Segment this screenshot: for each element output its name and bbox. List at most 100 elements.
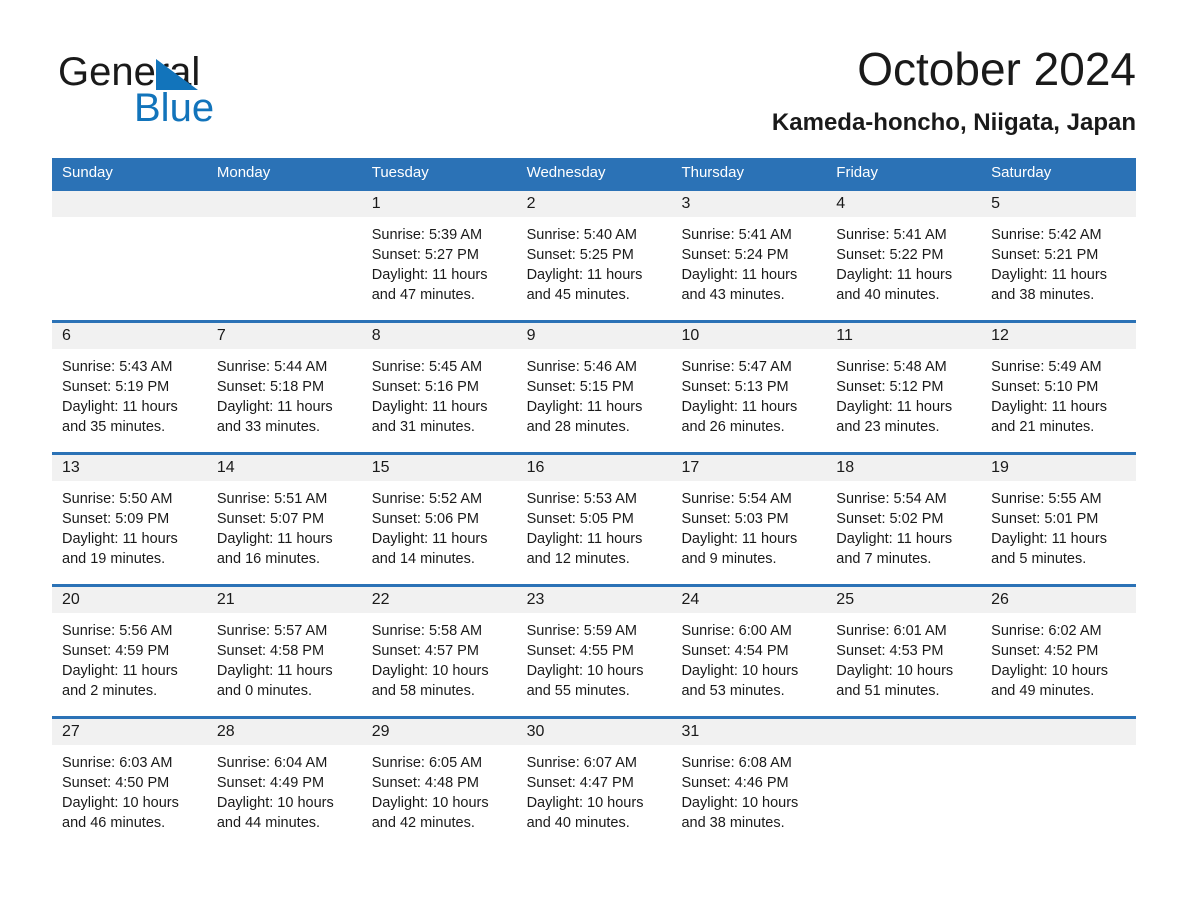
day-cell-details[interactable]: Sunrise: 5:58 AM Sunset: 4:57 PM Dayligh… [362, 613, 517, 716]
day-cell-details[interactable]: Sunrise: 6:05 AM Sunset: 4:48 PM Dayligh… [362, 745, 517, 848]
day-cell-number[interactable] [826, 719, 981, 745]
day-cell-number[interactable]: 11 [826, 323, 981, 349]
day-cell-number[interactable]: 23 [517, 587, 672, 613]
day-cell-details[interactable]: Sunrise: 5:48 AM Sunset: 5:12 PM Dayligh… [826, 349, 981, 452]
day-cell-details[interactable]: Sunrise: 5:46 AM Sunset: 5:15 PM Dayligh… [517, 349, 672, 452]
day-cell-details[interactable]: Sunrise: 6:02 AM Sunset: 4:52 PM Dayligh… [981, 613, 1136, 716]
day-sun-info [62, 217, 207, 225]
day-sun-info [836, 745, 981, 753]
day-number: 24 [681, 591, 700, 608]
day-cell-details[interactable]: Sunrise: 5:43 AM Sunset: 5:19 PM Dayligh… [52, 349, 207, 452]
day-cell-details[interactable]: Sunrise: 5:56 AM Sunset: 4:59 PM Dayligh… [52, 613, 207, 716]
general-blue-logo[interactable]: General Blue [58, 52, 378, 142]
day-cell-number[interactable]: 20 [52, 587, 207, 613]
day-cell-number[interactable]: 7 [207, 323, 362, 349]
week-detail-row: Sunrise: 5:50 AM Sunset: 5:09 PM Dayligh… [52, 481, 1136, 584]
day-cell-details[interactable]: Sunrise: 5:49 AM Sunset: 5:10 PM Dayligh… [981, 349, 1136, 452]
week-date-bar: 6 7 8 9 10 11 12 [52, 323, 1136, 349]
day-cell-number[interactable]: 31 [671, 719, 826, 745]
day-number: 8 [371, 327, 381, 344]
day-cell-number[interactable] [52, 191, 207, 217]
day-cell-number[interactable]: 9 [517, 323, 672, 349]
day-cell-details[interactable]: Sunrise: 6:04 AM Sunset: 4:49 PM Dayligh… [207, 745, 362, 848]
day-cell-details[interactable]: Sunrise: 6:07 AM Sunset: 4:47 PM Dayligh… [517, 745, 672, 848]
day-number: 6 [62, 327, 71, 344]
day-cell-number[interactable]: 25 [826, 587, 981, 613]
day-cell-details[interactable]: Sunrise: 5:52 AM Sunset: 5:06 PM Dayligh… [362, 481, 517, 584]
day-cell-details[interactable]: Sunrise: 5:50 AM Sunset: 5:09 PM Dayligh… [52, 481, 207, 584]
day-cell-number[interactable]: 21 [207, 587, 362, 613]
day-sun-info: Sunrise: 6:01 AM Sunset: 4:53 PM Dayligh… [836, 623, 954, 699]
day-sun-info: Sunrise: 5:52 AM Sunset: 5:06 PM Dayligh… [371, 491, 488, 567]
weekday-header-wednesday: Wednesday [526, 164, 606, 181]
day-cell-number[interactable]: 30 [517, 719, 672, 745]
day-cell-number[interactable]: 18 [826, 455, 981, 481]
day-cell-number[interactable]: 4 [826, 191, 981, 217]
day-cell-details[interactable]: Sunrise: 5:40 AM Sunset: 5:25 PM Dayligh… [517, 217, 672, 320]
day-cell-details[interactable]: Sunrise: 5:55 AM Sunset: 5:01 PM Dayligh… [981, 481, 1136, 584]
day-cell-details[interactable] [52, 217, 207, 320]
day-sun-info: Sunrise: 5:51 AM Sunset: 5:07 PM Dayligh… [216, 491, 333, 567]
day-sun-info: Sunrise: 5:39 AM Sunset: 5:27 PM Dayligh… [371, 227, 488, 303]
day-cell-number[interactable]: 8 [362, 323, 517, 349]
day-cell-details[interactable]: Sunrise: 6:03 AM Sunset: 4:50 PM Dayligh… [52, 745, 207, 848]
day-sun-info: Sunrise: 6:02 AM Sunset: 4:52 PM Dayligh… [991, 623, 1109, 699]
day-cell-number[interactable]: 27 [52, 719, 207, 745]
day-cell-number[interactable]: 3 [671, 191, 826, 217]
day-cell-details[interactable]: Sunrise: 5:57 AM Sunset: 4:58 PM Dayligh… [207, 613, 362, 716]
day-number: 2 [526, 195, 536, 212]
day-cell-details[interactable]: Sunrise: 5:44 AM Sunset: 5:18 PM Dayligh… [207, 349, 362, 452]
day-cell-details[interactable] [981, 745, 1136, 848]
day-cell-number[interactable]: 24 [671, 587, 826, 613]
day-cell-number[interactable]: 13 [52, 455, 207, 481]
day-number: 19 [991, 459, 1009, 476]
day-cell-number[interactable]: 26 [981, 587, 1136, 613]
day-number: 3 [681, 195, 691, 212]
weekday-header-sunday: Sunday [62, 164, 113, 181]
day-cell-details[interactable]: Sunrise: 5:41 AM Sunset: 5:22 PM Dayligh… [826, 217, 981, 320]
day-cell-details[interactable]: Sunrise: 5:45 AM Sunset: 5:16 PM Dayligh… [362, 349, 517, 452]
day-cell-details[interactable]: Sunrise: 5:53 AM Sunset: 5:05 PM Dayligh… [517, 481, 672, 584]
day-cell-number[interactable]: 17 [671, 455, 826, 481]
day-number: 12 [991, 327, 1009, 344]
day-cell-number[interactable]: 22 [362, 587, 517, 613]
day-number: 25 [836, 591, 855, 608]
day-cell-details[interactable]: Sunrise: 6:01 AM Sunset: 4:53 PM Dayligh… [826, 613, 981, 716]
day-cell-details[interactable]: Sunrise: 6:08 AM Sunset: 4:46 PM Dayligh… [671, 745, 826, 848]
day-cell-number[interactable]: 16 [517, 455, 672, 481]
day-cell-number[interactable] [207, 191, 362, 217]
day-cell-number[interactable]: 12 [981, 323, 1136, 349]
day-cell-details[interactable]: Sunrise: 5:47 AM Sunset: 5:13 PM Dayligh… [671, 349, 826, 452]
day-cell-details[interactable]: Sunrise: 5:42 AM Sunset: 5:21 PM Dayligh… [981, 217, 1136, 320]
day-cell-number[interactable]: 2 [517, 191, 672, 217]
weekday-header-tuesday: Tuesday [371, 164, 429, 181]
day-cell-number[interactable]: 15 [362, 455, 517, 481]
day-cell-number[interactable]: 19 [981, 455, 1136, 481]
day-cell-number[interactable]: 28 [207, 719, 362, 745]
day-cell-number[interactable]: 6 [52, 323, 207, 349]
day-cell-details[interactable]: Sunrise: 5:39 AM Sunset: 5:27 PM Dayligh… [362, 217, 517, 320]
week-detail-row: Sunrise: 5:39 AM Sunset: 5:27 PM Dayligh… [52, 217, 1136, 320]
day-cell-details[interactable]: Sunrise: 5:54 AM Sunset: 5:03 PM Dayligh… [671, 481, 826, 584]
day-cell-details[interactable]: Sunrise: 5:51 AM Sunset: 5:07 PM Dayligh… [207, 481, 362, 584]
day-sun-info: Sunrise: 5:41 AM Sunset: 5:24 PM Dayligh… [681, 227, 798, 303]
day-cell-number[interactable]: 10 [671, 323, 826, 349]
day-sun-info: Sunrise: 5:54 AM Sunset: 5:02 PM Dayligh… [836, 491, 953, 567]
day-cell-number[interactable]: 5 [981, 191, 1136, 217]
day-cell-details[interactable] [826, 745, 981, 848]
day-cell-number[interactable]: 14 [207, 455, 362, 481]
day-sun-info: Sunrise: 5:45 AM Sunset: 5:16 PM Dayligh… [371, 359, 488, 435]
day-cell-details[interactable]: Sunrise: 5:54 AM Sunset: 5:02 PM Dayligh… [826, 481, 981, 584]
day-sun-info: Sunrise: 5:46 AM Sunset: 5:15 PM Dayligh… [526, 359, 643, 435]
day-sun-info: Sunrise: 6:07 AM Sunset: 4:47 PM Dayligh… [526, 755, 644, 831]
day-sun-info: Sunrise: 6:04 AM Sunset: 4:49 PM Dayligh… [216, 755, 334, 831]
day-cell-details[interactable]: Sunrise: 5:41 AM Sunset: 5:24 PM Dayligh… [671, 217, 826, 320]
week-detail-row: Sunrise: 5:43 AM Sunset: 5:19 PM Dayligh… [52, 349, 1136, 452]
day-cell-number[interactable]: 1 [362, 191, 517, 217]
day-cell-details[interactable] [207, 217, 362, 320]
day-sun-info: Sunrise: 5:56 AM Sunset: 4:59 PM Dayligh… [62, 623, 178, 699]
day-cell-number[interactable]: 29 [362, 719, 517, 745]
day-cell-details[interactable]: Sunrise: 5:59 AM Sunset: 4:55 PM Dayligh… [517, 613, 672, 716]
day-cell-details[interactable]: Sunrise: 6:00 AM Sunset: 4:54 PM Dayligh… [671, 613, 826, 716]
day-cell-number[interactable] [981, 719, 1136, 745]
